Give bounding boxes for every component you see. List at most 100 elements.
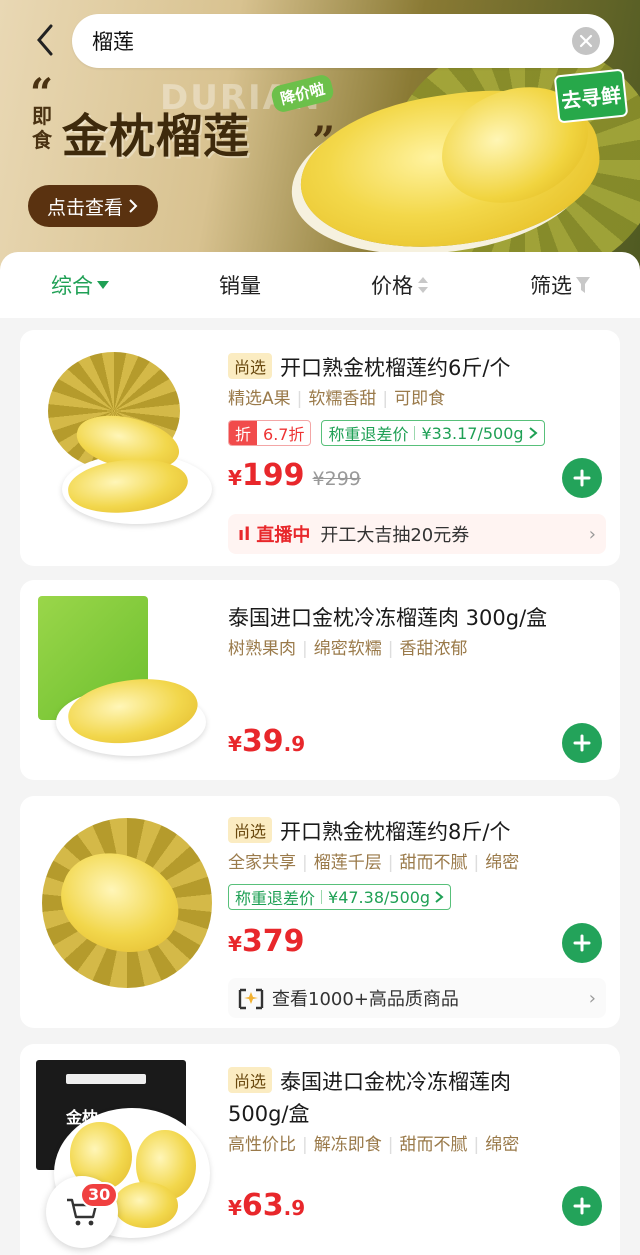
banner-title: 金枕榴莲 [62, 109, 250, 163]
price-decimal: .9 [283, 1196, 306, 1220]
price-currency: ¥ [228, 466, 242, 490]
chevron-right-icon [528, 427, 538, 439]
refund-tag[interactable]: 称重退差价 ¥47.38/500g [228, 884, 452, 910]
filter-tabs: 综合 销量 价格 筛选 [0, 252, 640, 318]
feature-tag: 可即食 [394, 389, 446, 409]
brand-logo: 去寻鲜 [553, 68, 629, 124]
product-card[interactable]: 尚选 开口熟金枕榴莲约6斤/个 精选A果 | 软糯香甜 | 可即食 折 6.7折 称重退差… [20, 330, 620, 566]
durian-flesh-shape [114, 1182, 178, 1228]
shangxuan-badge: 尚选 [228, 817, 273, 843]
discount-tag: 折 6.7折 [228, 420, 312, 446]
tab-sales[interactable]: 销量 [160, 270, 320, 300]
plus-icon [573, 934, 591, 952]
cart-count-badge: 30 [80, 1182, 119, 1208]
banner-tag: 即食 [32, 104, 52, 152]
price-integer: 63 [241, 1188, 284, 1223]
product-price: ¥39.9 [228, 724, 305, 759]
feature-tag: 绵密 [485, 1135, 520, 1155]
chevron-right-icon: › [588, 987, 596, 1009]
filter-icon [576, 277, 590, 293]
clear-icon [579, 34, 593, 48]
add-to-cart-button[interactable] [562, 1186, 602, 1226]
add-to-cart-button[interactable] [562, 458, 602, 498]
search-bar[interactable]: 榴莲 [72, 14, 614, 68]
feature-tag: 解冻即食 [313, 1135, 382, 1155]
banner-view-button[interactable]: 点击查看 [28, 185, 158, 227]
chevron-right-icon [435, 891, 444, 903]
product-title: 尚选 开口熟金枕榴莲约8斤/个 [228, 816, 606, 848]
product-card[interactable]: 尚选 开口熟金枕榴莲约8斤/个 全家共享 | 榴莲千层 | 甜而不腻 | 绵密 称重退差价 ¥… [20, 796, 620, 1028]
feature-tag: 软糯香甜 [308, 389, 377, 409]
tab-filter[interactable]: 筛选 [480, 270, 640, 300]
plus-icon [573, 469, 591, 487]
clear-search-button[interactable] [572, 27, 600, 55]
back-arrow-icon [37, 24, 53, 56]
tab-label: 筛选 [530, 274, 572, 298]
caret-down-icon [97, 281, 109, 289]
tab-label: 销量 [219, 274, 261, 298]
live-label: 直播中 [256, 525, 311, 546]
product-price: ¥63.9 [228, 1188, 305, 1223]
product-features: 高性价比 | 解冻即食 | 甜而不腻 | 绵密 [228, 1135, 520, 1155]
refund-price: ¥33.17/500g [421, 423, 524, 443]
tab-price[interactable]: 价格 [320, 270, 480, 300]
tab-label: 价格 [371, 274, 413, 298]
product-title-text: 泰国进口金枕冷冻榴莲肉 [280, 1070, 512, 1094]
banner-view-label: 点击查看 [46, 196, 123, 219]
product-title: 尚选 开口熟金枕榴莲约6斤/个 [228, 352, 606, 384]
plus-icon [573, 1197, 591, 1215]
refund-label: 称重退差价 [235, 889, 316, 908]
feature-tag: 全家共享 [228, 853, 296, 873]
product-image [32, 806, 222, 1006]
shangxuan-badge: 尚选 [228, 353, 273, 379]
feature-tag: 榴莲千层 [313, 853, 382, 873]
price-integer: 39 [241, 724, 284, 759]
refund-label: 称重退差价 [328, 425, 409, 444]
product-title: 尚选 泰国进口金枕冷冻榴莲肉 [228, 1066, 606, 1098]
product-price: ¥379 [228, 924, 305, 959]
discount-rate: 6.7折 [263, 425, 305, 444]
more-products-strip[interactable]: 查看1000+高品质商品 › [228, 978, 606, 1018]
original-price: ¥299 [312, 468, 361, 490]
product-features: 树熟果肉 | 绵密软糯 | 香甜浓郁 [228, 639, 468, 659]
product-title-text: 开口熟金枕榴莲约8斤/个 [280, 820, 511, 844]
search-input[interactable]: 榴莲 [92, 26, 134, 56]
add-to-cart-button[interactable] [562, 923, 602, 963]
live-text: 开工大吉抽20元券 [320, 525, 470, 546]
product-card[interactable]: 泰国进口金枕冷冻榴莲肉 300g/盒 树熟果肉 | 绵密软糯 | 香甜浓郁 ¥39.9 [20, 580, 620, 780]
price-currency: ¥ [228, 1196, 242, 1220]
price-integer: 379 [241, 924, 305, 959]
tab-label: 综合 [51, 274, 93, 298]
refund-price: ¥47.38/500g [328, 887, 431, 907]
feature-tag: 绵密软糯 [313, 639, 382, 659]
plus-icon [573, 734, 591, 752]
chevron-right-icon [129, 199, 138, 213]
feature-tag: 绵密 [485, 853, 520, 873]
product-features: 精选A果 | 软糯香甜 | 可即食 [228, 389, 446, 409]
banner-quote-close: ” [312, 118, 336, 165]
live-stream-strip[interactable]: ıl 直播中 开工大吉抽20元券 › [228, 514, 606, 554]
product-title: 泰国进口金枕冷冻榴莲肉 300g/盒 [228, 606, 548, 630]
price-currency: ¥ [228, 932, 242, 956]
product-image [32, 344, 222, 534]
feature-tag: 香甜浓郁 [399, 639, 468, 659]
feature-tag: 甜而不腻 [399, 1135, 468, 1155]
add-to-cart-button[interactable] [562, 723, 602, 763]
feature-tag: 甜而不腻 [399, 853, 468, 873]
sort-icon [418, 277, 428, 293]
back-button[interactable] [28, 20, 62, 60]
product-features: 全家共享 | 榴莲千层 | 甜而不腻 | 绵密 [228, 853, 520, 873]
chevron-right-icon: › [588, 523, 596, 545]
product-title-text: 开口熟金枕榴莲约6斤/个 [280, 356, 511, 380]
tab-comprehensive[interactable]: 综合 [0, 270, 160, 300]
feature-tag: 高性价比 [228, 1135, 296, 1155]
more-products-text: 查看1000+高品质商品 [272, 989, 459, 1010]
refund-tag[interactable]: 称重退差价 ¥33.17/500g [321, 420, 545, 446]
product-title-line2: 500g/盒 [228, 1102, 310, 1126]
product-image [32, 592, 222, 768]
store-icon [238, 988, 264, 1010]
product-price: ¥199 ¥299 [228, 458, 361, 493]
live-icon: ıl [238, 523, 251, 545]
price-decimal: .9 [283, 732, 306, 756]
feature-tag: 精选A果 [228, 389, 291, 409]
